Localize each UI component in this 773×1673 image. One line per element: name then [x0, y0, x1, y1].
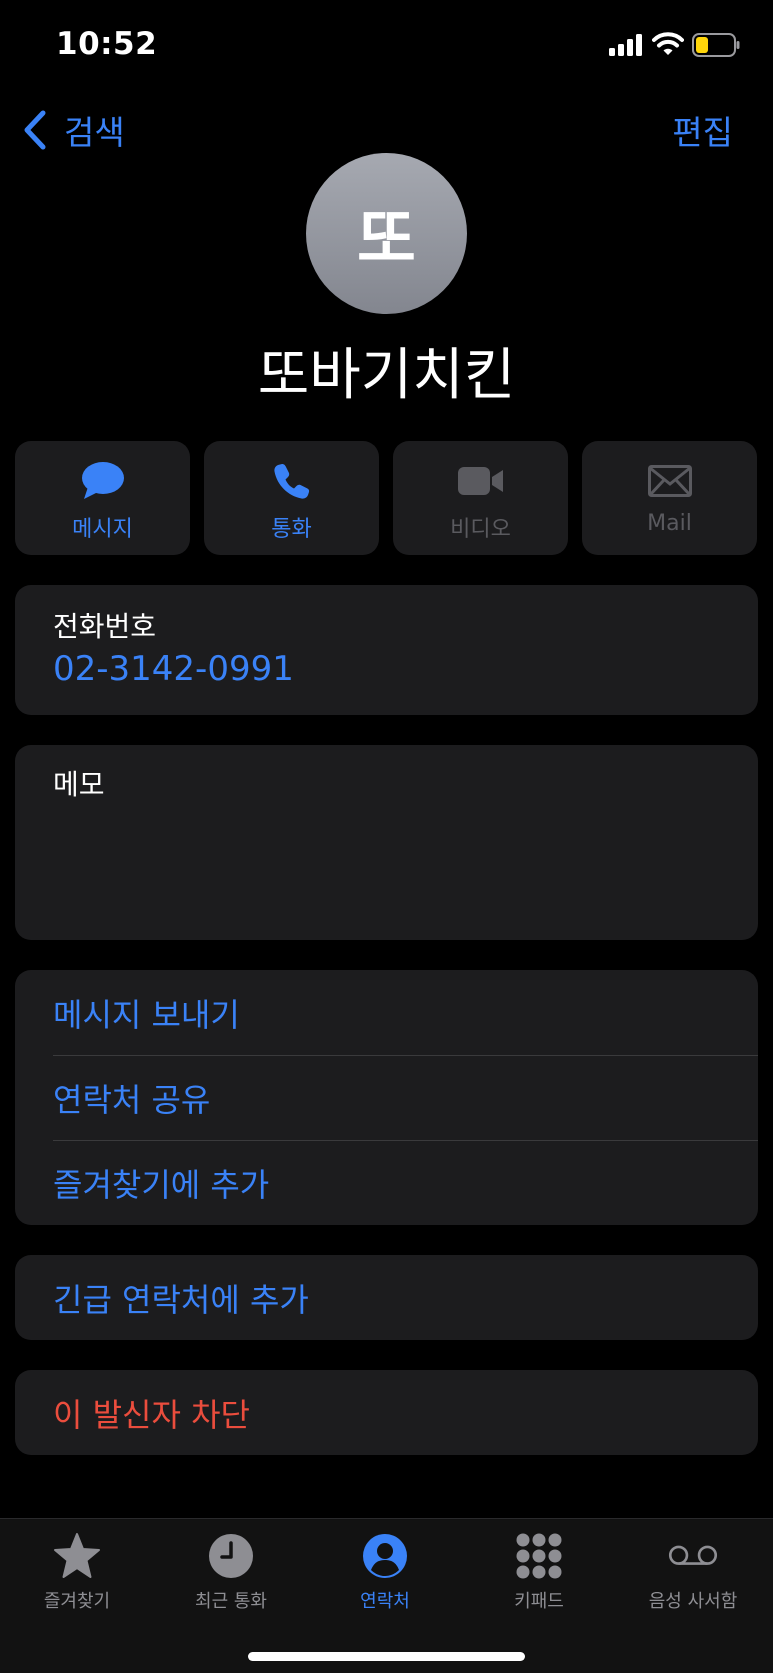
contact-name: 또바기치킨 — [257, 343, 516, 408]
memo-card[interactable]: 메모 — [15, 745, 758, 940]
phone-label: 전화번호 — [53, 610, 157, 643]
tab-favorites[interactable]: 즐겨찾기 — [0, 1531, 154, 1613]
mail-icon — [647, 465, 692, 497]
chevron-left-icon — [24, 110, 46, 150]
tab-bar: 즐겨찾기 최근 통화 연락처 키패드 음성 사서함 — [0, 1518, 773, 1673]
tab-recents-label: 최근 통화 — [195, 1591, 267, 1612]
home-indicator[interactable] — [248, 1652, 525, 1661]
battery-icon — [692, 33, 740, 57]
status-time: 10:52 — [56, 26, 158, 62]
contact-detail-screen: 10:52 검색 편집 또 또바기치킨 메시지 통화 비디오 Mail 전화번호… — [0, 0, 773, 1673]
send-message-option[interactable]: 메시지 보내기 — [53, 970, 758, 1055]
avatar: 또 — [306, 153, 467, 314]
keypad-icon — [516, 1533, 562, 1579]
mail-action-button[interactable]: Mail — [582, 441, 757, 555]
share-contact-option[interactable]: 연락처 공유 — [53, 1055, 758, 1140]
message-action-button[interactable]: 메시지 — [15, 441, 190, 555]
phone-number-card[interactable]: 전화번호 02-3142-0991 — [15, 585, 758, 715]
options-list: 메시지 보내기 연락처 공유 즐겨찾기에 추가 — [15, 970, 758, 1225]
tab-contacts-label: 연락처 — [360, 1591, 410, 1612]
emergency-contact-card: 긴급 연락처에 추가 — [15, 1255, 758, 1340]
message-action-label: 메시지 — [72, 517, 133, 542]
message-bubble-icon — [81, 462, 124, 499]
call-action-label: 통화 — [271, 517, 312, 542]
phone-number[interactable]: 02-3142-0991 — [53, 649, 294, 689]
tab-contacts[interactable]: 연락처 — [308, 1531, 462, 1613]
avatar-initial: 또 — [357, 202, 416, 277]
block-caller-option[interactable]: 이 발신자 차단 — [53, 1370, 250, 1455]
add-emergency-contact-option[interactable]: 긴급 연락처에 추가 — [53, 1255, 309, 1340]
mail-action-label: Mail — [647, 511, 692, 536]
phone-icon — [273, 464, 309, 499]
person-circle-icon — [363, 1534, 407, 1578]
back-button[interactable]: 검색 — [22, 106, 125, 154]
tab-keypad[interactable]: 키패드 — [462, 1531, 616, 1613]
memo-label: 메모 — [53, 768, 105, 801]
back-button-label: 검색 — [64, 113, 125, 152]
voicemail-icon — [668, 1545, 718, 1565]
tab-favorites-label: 즐겨찾기 — [43, 1591, 111, 1612]
star-icon — [54, 1533, 100, 1578]
video-camera-icon — [457, 467, 503, 495]
tab-keypad-label: 키패드 — [514, 1591, 564, 1612]
cellular-signal-icon — [609, 34, 642, 56]
tab-recents[interactable]: 최근 통화 — [154, 1531, 308, 1613]
tab-voicemail[interactable]: 음성 사서함 — [616, 1531, 770, 1613]
wifi-icon — [652, 32, 684, 55]
tab-voicemail-label: 음성 사서함 — [648, 1591, 738, 1612]
edit-button[interactable]: 편집 — [672, 106, 733, 154]
video-action-button[interactable]: 비디오 — [393, 441, 568, 555]
add-to-favorites-option[interactable]: 즐겨찾기에 추가 — [53, 1140, 758, 1225]
clock-icon — [209, 1534, 253, 1578]
quick-actions: 메시지 통화 비디오 Mail — [15, 441, 758, 555]
video-action-label: 비디오 — [450, 517, 511, 542]
block-caller-card: 이 발신자 차단 — [15, 1370, 758, 1455]
call-action-button[interactable]: 통화 — [204, 441, 379, 555]
